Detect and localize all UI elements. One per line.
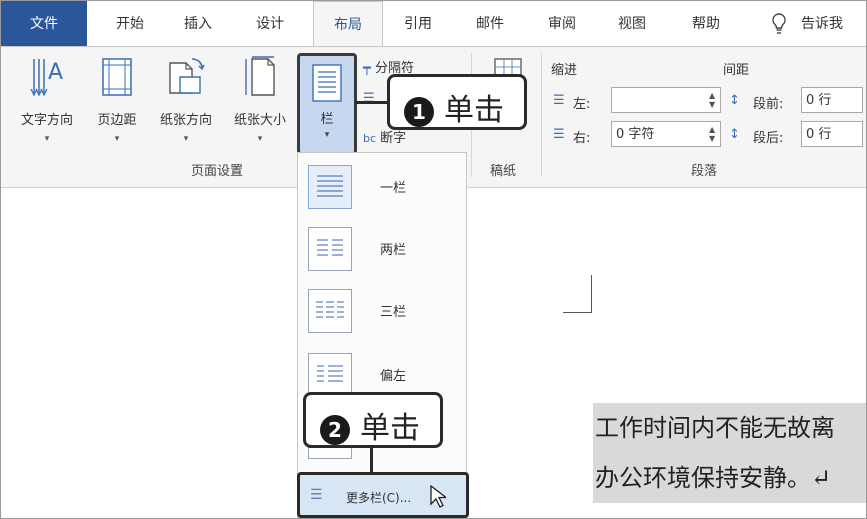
size-label: 纸张大小 (233, 113, 286, 128)
document-line: 办公环境保持安静。↵ (595, 464, 832, 492)
spacing-label: 间距 (723, 63, 750, 78)
ribbon-tab-bar: 文件 开始 插入 设计 布局 引用 邮件 审阅 视图 帮助 告诉我 (1, 1, 866, 48)
callout-text: 单击 (360, 411, 420, 446)
tab-review[interactable]: 审阅 (537, 1, 587, 47)
menu-item-label: 两栏 (380, 243, 407, 258)
text-direction-button[interactable]: A 文字方向 ▾ (11, 55, 83, 144)
tell-me-search[interactable]: 告诉我 (801, 1, 861, 47)
menu-item-label: 偏左 (380, 369, 407, 384)
columns-label: 栏 (320, 112, 334, 127)
chevron-down-icon: ▾ (324, 130, 330, 140)
indent-right-spinner[interactable]: ▲ ▼ (709, 125, 715, 143)
svg-text:A: A (48, 60, 63, 85)
tab-home[interactable]: 开始 (105, 1, 155, 47)
word-window: 文件 开始 插入 设计 布局 引用 邮件 审阅 视图 帮助 告诉我 A 文字方向… (0, 0, 867, 519)
menu-item-two-columns[interactable]: 两栏 (302, 221, 462, 277)
menu-item-label: 三栏 (380, 305, 407, 320)
document-line: 工作时间内不能无故离 (595, 414, 835, 442)
indent-left-spinner[interactable]: ▲ ▼ (709, 91, 715, 109)
orientation-icon (151, 55, 221, 103)
three-columns-icon (308, 289, 352, 333)
tab-layout[interactable]: 布局 (313, 1, 383, 48)
chevron-down-icon: ▾ (114, 134, 120, 144)
columns-dropdown-menu: 一栏 两栏 三栏 偏左 ☰ 更多栏(C)... (297, 152, 467, 518)
margins-icon (87, 55, 147, 103)
chevron-down-icon: ▾ (183, 134, 189, 144)
document-selected-text[interactable]: 工作时间内不能无故离 办公环境保持安静。↵ (593, 403, 866, 503)
tab-references[interactable]: 引用 (393, 1, 443, 47)
step-number: 1 (404, 96, 434, 127)
spacing-before-label: 段前: (753, 97, 784, 112)
paper-size-icon (225, 55, 295, 103)
step-number: 2 (320, 414, 350, 445)
step-2-callout: 2 单击 (303, 392, 443, 448)
callout-connector (370, 445, 373, 475)
tab-mailings[interactable]: 邮件 (465, 1, 515, 47)
callout-connector (355, 101, 389, 104)
page-corner-mark (563, 312, 592, 313)
tab-design[interactable]: 设计 (245, 1, 295, 47)
columns-button[interactable]: 栏 ▾ (297, 53, 357, 155)
menu-item-one-column[interactable]: 一栏 (302, 159, 462, 215)
more-columns-highlight (297, 472, 469, 518)
two-columns-icon (308, 227, 352, 271)
group-divider (541, 53, 542, 177)
menu-item-label: 一栏 (380, 181, 407, 196)
indent-right-input[interactable]: 0 字符 (611, 121, 721, 147)
menu-item-three-columns[interactable]: 三栏 (302, 283, 462, 339)
tab-help[interactable]: 帮助 (681, 1, 731, 47)
orientation-label: 纸张方向 (159, 113, 212, 128)
indent-right-label: 右: (573, 131, 591, 146)
tab-view[interactable]: 视图 (607, 1, 657, 47)
one-column-icon (308, 165, 352, 209)
text-direction-icon: A (11, 55, 83, 103)
hyphenation-icon: bc (363, 132, 377, 145)
columns-icon (312, 64, 342, 106)
draft-paper-group-label: 稿纸 (490, 164, 517, 179)
hyphenation-label: 断字 (380, 131, 407, 146)
step-1-callout: 1 单击 (387, 74, 527, 130)
spacing-before-input[interactable]: 0 行 (801, 87, 863, 113)
breaks-icon: ┯ (363, 61, 371, 76)
spacing-before-icon: ↕ (729, 93, 740, 108)
indent-left-input[interactable] (611, 87, 721, 113)
chevron-down-icon: ▾ (257, 134, 263, 144)
spacing-after-icon: ↕ (729, 127, 740, 142)
callout-text: 单击 (444, 93, 504, 128)
page-corner-mark (591, 275, 592, 313)
left-column-icon (308, 353, 352, 397)
page-setup-group-label: 页面设置 (191, 164, 244, 179)
lightbulb-icon[interactable] (767, 1, 791, 47)
text-direction-label: 文字方向 (20, 113, 73, 128)
paragraph-group-label: 段落 (691, 164, 718, 179)
indent-left-label: 左: (573, 97, 591, 112)
indent-left-icon: ☰ (553, 93, 565, 108)
chevron-down-icon: ▾ (44, 134, 50, 144)
tab-file[interactable]: 文件 (1, 1, 87, 47)
spacing-after-input[interactable]: 0 行 (801, 121, 863, 147)
margins-label: 页边距 (97, 113, 137, 128)
orientation-button[interactable]: 纸张方向 ▾ (151, 55, 221, 144)
spacing-after-label: 段后: (753, 131, 784, 146)
indent-label: 缩进 (551, 63, 578, 78)
size-button[interactable]: 纸张大小 ▾ (225, 55, 295, 144)
tab-insert[interactable]: 插入 (173, 1, 223, 47)
margins-button[interactable]: 页边距 ▾ (87, 55, 147, 144)
indent-right-icon: ☰ (553, 127, 565, 142)
